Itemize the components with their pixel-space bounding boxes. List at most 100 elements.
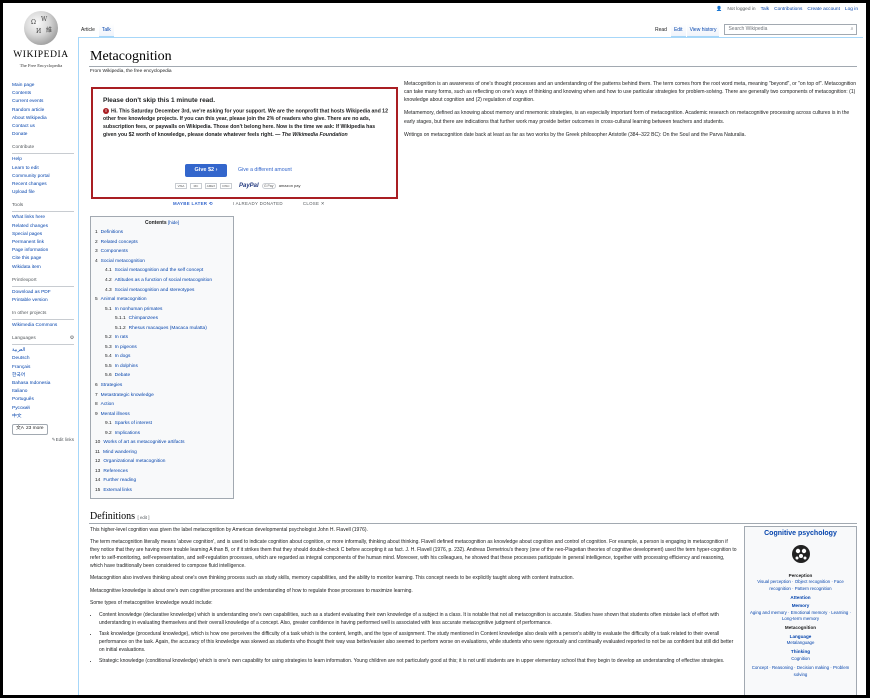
infobox-title[interactable]: Cognitive psychology — [745, 529, 856, 539]
toc-link[interactable]: Mind wandering — [103, 450, 137, 455]
toc-link[interactable]: In nonhuman primates — [115, 307, 163, 312]
sidebar-link[interactable]: Donate — [12, 131, 74, 139]
toc-item[interactable]: 5.6 Debate — [95, 371, 229, 381]
login-link[interactable]: Log in — [845, 7, 858, 14]
sidebar-link[interactable]: 한국어 — [12, 372, 74, 380]
sidebar-link[interactable]: What links here — [12, 214, 74, 222]
sidebar-link[interactable]: Random article — [12, 107, 74, 115]
toc-link[interactable]: In rats — [115, 335, 128, 340]
toc-link[interactable]: Rhesus macaques (Macaca mulatta) — [129, 326, 207, 331]
toc-link[interactable]: Further reading — [103, 478, 136, 483]
tab-talk[interactable]: Talk — [98, 24, 114, 38]
sidebar-link[interactable]: Deutsch — [12, 355, 74, 363]
sidebar-link[interactable]: Italiano — [12, 388, 74, 396]
sidebar-link[interactable]: Wikimedia Commons — [12, 322, 74, 330]
toc-item[interactable]: 7 Metastrategic knowledge — [95, 391, 229, 401]
toc-item[interactable]: 12 Organizational metacognition — [95, 457, 229, 467]
toc-item[interactable]: 3 Components — [95, 247, 229, 257]
toc-link[interactable]: Implications — [115, 431, 140, 436]
edit-section-link[interactable]: [ edit ] — [138, 515, 150, 520]
toc-link[interactable]: Social metacognition and the self concep… — [115, 268, 204, 273]
infobox-heading[interactable]: Language — [745, 634, 856, 641]
toc-item[interactable]: 5.4 In dogs — [95, 352, 229, 362]
toc-link[interactable]: Strategies — [101, 383, 123, 388]
toc-item[interactable]: 4.1 Social metacognition and the self con… — [95, 266, 229, 276]
sidebar-link[interactable]: Special pages — [12, 231, 74, 239]
toc-link[interactable]: Metastrategic knowledge — [101, 393, 154, 398]
tab-edit[interactable]: Edit — [670, 24, 686, 38]
sidebar-link[interactable]: Community portal — [12, 173, 74, 181]
sidebar-link[interactable]: العربية — [12, 347, 74, 355]
toc-link[interactable]: Animal metacognition — [101, 297, 147, 302]
contributions-link[interactable]: Contributions — [774, 7, 802, 14]
sidebar-link[interactable]: Printable version — [12, 297, 74, 305]
sidebar-link[interactable]: Current events — [12, 98, 74, 106]
sidebar-link[interactable]: Help — [12, 156, 74, 164]
sidebar-link[interactable]: Learn to edit — [12, 165, 74, 173]
sidebar-link[interactable]: Download as PDF — [12, 289, 74, 297]
toc-item[interactable]: 8 Action — [95, 400, 229, 410]
infobox-heading[interactable]: Memory — [745, 603, 856, 610]
toc-link[interactable]: In dolphins — [115, 364, 138, 369]
toc-link[interactable]: External links — [103, 488, 132, 493]
gear-icon[interactable]: ⚙ — [70, 336, 74, 343]
toc-item[interactable]: 10 Works of art as metacognitive artifact… — [95, 438, 229, 448]
toc-item[interactable]: 1 Definitions — [95, 228, 229, 238]
toc-link[interactable]: Social metacognition — [101, 259, 145, 264]
toc-item[interactable]: 5.1 In nonhuman primates — [95, 305, 229, 315]
sidebar-link[interactable]: 中文 — [12, 413, 74, 421]
sidebar-link[interactable]: Main page — [12, 82, 74, 90]
toc-hide-toggle[interactable]: [hide] — [168, 220, 179, 225]
sidebar-link[interactable]: Português — [12, 396, 74, 404]
toc-link[interactable]: Definitions — [101, 230, 123, 235]
toc-item[interactable]: 6 Strategies — [95, 381, 229, 391]
toc-link[interactable]: Works of art as metacognitive artifacts — [103, 440, 184, 445]
give-button[interactable]: Give $2 › — [185, 164, 227, 177]
toc-item[interactable]: 11 Mind wandering — [95, 448, 229, 458]
toc-link[interactable]: In dogs — [115, 354, 131, 359]
toc-link[interactable]: Components — [101, 249, 128, 254]
sidebar-link[interactable]: Page information — [12, 247, 74, 255]
infobox-links[interactable]: Metalanguage — [745, 640, 856, 647]
infobox-links[interactable]: Concept · Reasoning · Decision making · … — [745, 665, 856, 678]
close-banner-button[interactable]: CLOSE ✕ — [303, 201, 325, 207]
toc-link[interactable]: Sparks of interest — [115, 421, 152, 426]
infobox-links[interactable]: Visual perception · Object recognition ·… — [745, 579, 856, 592]
already-donated-button[interactable]: I ALREADY DONATED — [233, 201, 283, 207]
toc-item[interactable]: 4.3 Social metacognition and stereotypes — [95, 286, 229, 296]
toc-item[interactable]: 2 Related concepts — [95, 238, 229, 248]
toc-link[interactable]: Attitudes as a function of social metaco… — [115, 278, 212, 283]
sidebar-link[interactable]: Contact us — [12, 123, 74, 131]
sidebar-link[interactable]: Français — [12, 364, 74, 372]
sidebar-link[interactable]: Русский — [12, 405, 74, 413]
infobox-heading[interactable]: Attention — [745, 595, 856, 602]
toc-link[interactable]: References — [103, 469, 128, 474]
toc-item[interactable]: 4 Social metacognition — [95, 257, 229, 267]
toc-link[interactable]: Chimpanzees — [129, 316, 158, 321]
toc-link[interactable]: Mental illness — [101, 412, 130, 417]
toc-link[interactable]: Social metacognition and stereotypes — [115, 288, 195, 293]
toc-link[interactable]: Related concepts — [101, 240, 138, 245]
toc-item[interactable]: 5.1.1 Chimpanzees — [95, 314, 229, 324]
sidebar-link[interactable]: Contents — [12, 90, 74, 98]
infobox-links[interactable]: Cognition — [745, 656, 856, 663]
toc-item[interactable]: 5 Animal metacognition — [95, 295, 229, 305]
toc-item[interactable]: 13 References — [95, 467, 229, 477]
toc-item[interactable]: 9 Mental illness — [95, 410, 229, 420]
toc-item[interactable]: 5.5 In dolphins — [95, 362, 229, 372]
toc-link[interactable]: Organizational metacognition — [103, 459, 165, 464]
toc-item[interactable]: 5.3 In pigeons — [95, 343, 229, 353]
search-icon[interactable]: ⌕ — [851, 26, 854, 33]
infobox-links[interactable]: Aging and memory · Emotional memory · Le… — [745, 610, 856, 623]
tab-view-history[interactable]: View history — [686, 24, 720, 38]
give-different-amount-link[interactable]: Give a different amount — [238, 167, 292, 175]
talk-link[interactable]: Talk — [761, 7, 770, 14]
sidebar-link[interactable]: Cite this page — [12, 255, 74, 263]
toc-item[interactable]: 5.2 In rats — [95, 333, 229, 343]
sidebar-link[interactable]: Permanent link — [12, 239, 74, 247]
edit-links[interactable]: ✎Edit links — [12, 437, 74, 444]
sidebar-link[interactable]: Wikidata item — [12, 264, 74, 272]
tab-article[interactable]: Article — [78, 24, 98, 38]
toc-link[interactable]: Debate — [115, 373, 130, 378]
create-account-link[interactable]: Create account — [807, 7, 840, 14]
